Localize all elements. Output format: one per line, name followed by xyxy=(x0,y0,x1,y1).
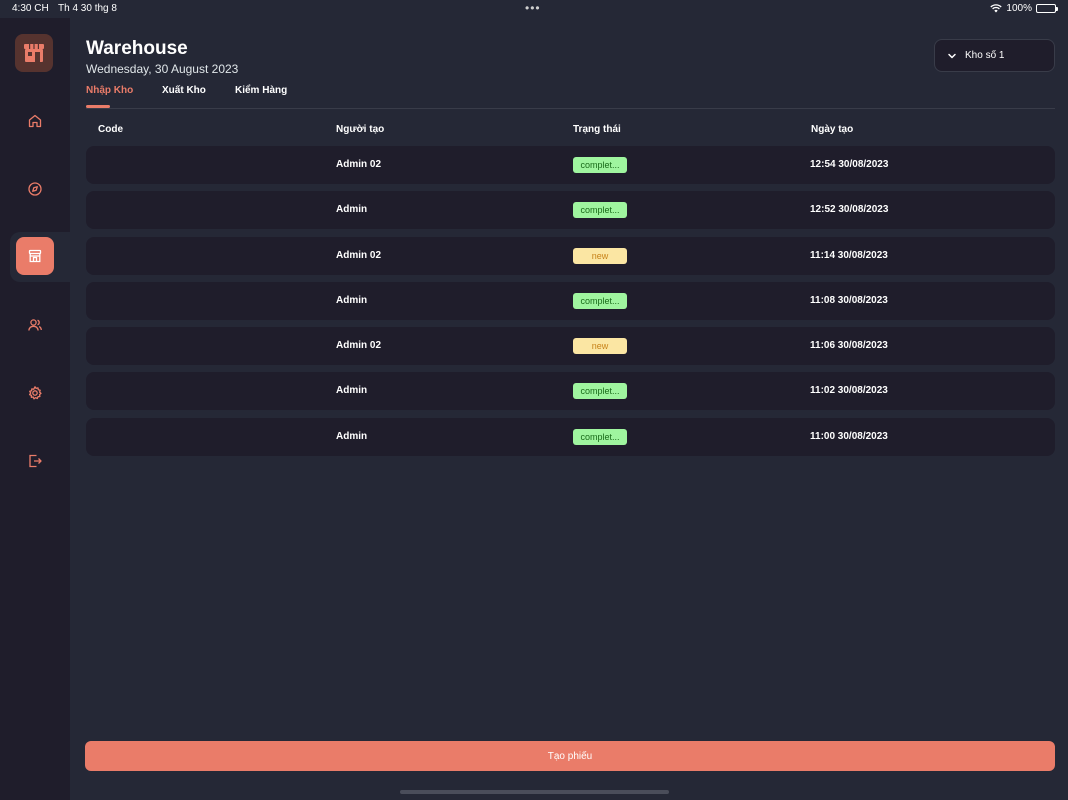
status-badge: complet... xyxy=(573,202,627,219)
wifi-icon xyxy=(990,4,1003,13)
status-date: Th 4 30 thg 8 xyxy=(58,3,117,14)
battery-icon xyxy=(1036,4,1058,13)
home-icon xyxy=(28,114,42,128)
row-creator: Admin xyxy=(336,385,368,397)
store-logo-icon[interactable] xyxy=(15,34,53,72)
tab-bar: Nhập Kho Xuất Kho Kiểm Hàng xyxy=(86,85,1055,109)
battery-percent: 100% xyxy=(1006,3,1032,14)
status-badge: complet... xyxy=(573,292,627,309)
row-date: 12:52 30/08/2023 xyxy=(810,204,889,216)
row-date: 11:08 30/08/2023 xyxy=(810,294,888,306)
status-badge: new xyxy=(573,338,627,355)
column-header-code: Code xyxy=(98,124,123,135)
column-header-status: Trạng thái xyxy=(573,124,621,135)
row-date: 11:14 30/08/2023 xyxy=(810,249,888,261)
row-date: 11:06 30/08/2023 xyxy=(810,340,888,352)
column-header-date: Ngày tạo xyxy=(811,124,854,135)
table-row[interactable]: Admin complet... 12:52 30/08/2023 xyxy=(86,191,1055,230)
tab-import[interactable]: Nhập Kho xyxy=(86,85,134,108)
status-badge: complet... xyxy=(573,157,627,173)
row-creator: Admin 02 xyxy=(336,340,382,352)
page-title: Warehouse xyxy=(86,38,188,59)
tab-export-label: Xuất Kho xyxy=(162,85,206,96)
tab-inventory-check[interactable]: Kiểm Hàng xyxy=(235,85,287,96)
settings-icon xyxy=(28,386,42,400)
table-row[interactable]: Admin 02 new 11:06 30/08/2023 xyxy=(86,327,1055,366)
row-creator: Admin xyxy=(336,294,368,306)
tab-import-label: Nhập Kho xyxy=(86,85,134,96)
status-bar: 4:30 CH Th 4 30 thg 8 ••• 100% xyxy=(0,0,1068,18)
users-icon xyxy=(28,319,42,331)
status-badge: new xyxy=(573,247,627,264)
compass-icon xyxy=(28,182,42,196)
table-row[interactable]: Admin complet... 11:08 30/08/2023 xyxy=(86,281,1055,320)
sidebar-item-logout[interactable] xyxy=(0,427,70,495)
home-indicator[interactable] xyxy=(400,790,669,794)
store-dropdown-value: Kho số 1 xyxy=(965,50,1005,61)
sidebar-item-warehouse[interactable] xyxy=(16,237,54,275)
status-time: 4:30 CH xyxy=(12,3,49,14)
row-date: 11:02 30/08/2023 xyxy=(810,385,888,397)
table-body: Admin 02 complet... 12:54 30/08/2023 Adm… xyxy=(86,146,1055,463)
store-dropdown[interactable]: Kho số 1 xyxy=(934,39,1055,72)
table-row[interactable]: Admin complet... 11:02 30/08/2023 xyxy=(86,372,1055,411)
tab-inventory-check-label: Kiểm Hàng xyxy=(235,85,288,96)
column-header-creator: Người tạo xyxy=(336,124,385,135)
chevron-down-icon xyxy=(948,53,956,58)
tab-active-indicator xyxy=(86,105,110,108)
sidebar-item-discover[interactable] xyxy=(0,155,70,223)
row-date: 11:00 30/08/2023 xyxy=(810,430,888,442)
page-date: Wednesday, 30 August 2023 xyxy=(86,62,239,76)
row-date: 12:54 30/08/2023 xyxy=(810,159,889,170)
status-badge: complet... xyxy=(573,383,627,400)
table-row[interactable]: Admin complet... 11:00 30/08/2023 xyxy=(86,417,1055,456)
row-creator: Admin 02 xyxy=(336,159,382,170)
table-row[interactable]: Admin 02 new 11:14 30/08/2023 xyxy=(86,236,1055,275)
row-creator: Admin xyxy=(336,430,368,442)
row-creator: Admin xyxy=(336,204,368,216)
sidebar-item-settings[interactable] xyxy=(0,359,70,427)
status-badge: complet... xyxy=(573,428,627,445)
warehouse-icon xyxy=(28,249,42,263)
table-header: Code Người tạo Trạng thái Ngày tạo xyxy=(86,124,1055,138)
multitasking-dots-icon[interactable]: ••• xyxy=(525,1,541,15)
sidebar-item-home[interactable] xyxy=(0,87,70,155)
tab-export[interactable]: Xuất Kho xyxy=(162,85,206,96)
create-receipt-button[interactable]: Tạo phiếu xyxy=(85,741,1055,771)
status-right: 100% xyxy=(990,3,1058,14)
table-row[interactable]: Admin 02 complet... 12:54 30/08/2023 xyxy=(86,146,1055,184)
logout-icon xyxy=(29,454,42,468)
sidebar xyxy=(0,18,70,800)
sidebar-item-users[interactable] xyxy=(0,291,70,359)
row-creator: Admin 02 xyxy=(336,249,382,261)
